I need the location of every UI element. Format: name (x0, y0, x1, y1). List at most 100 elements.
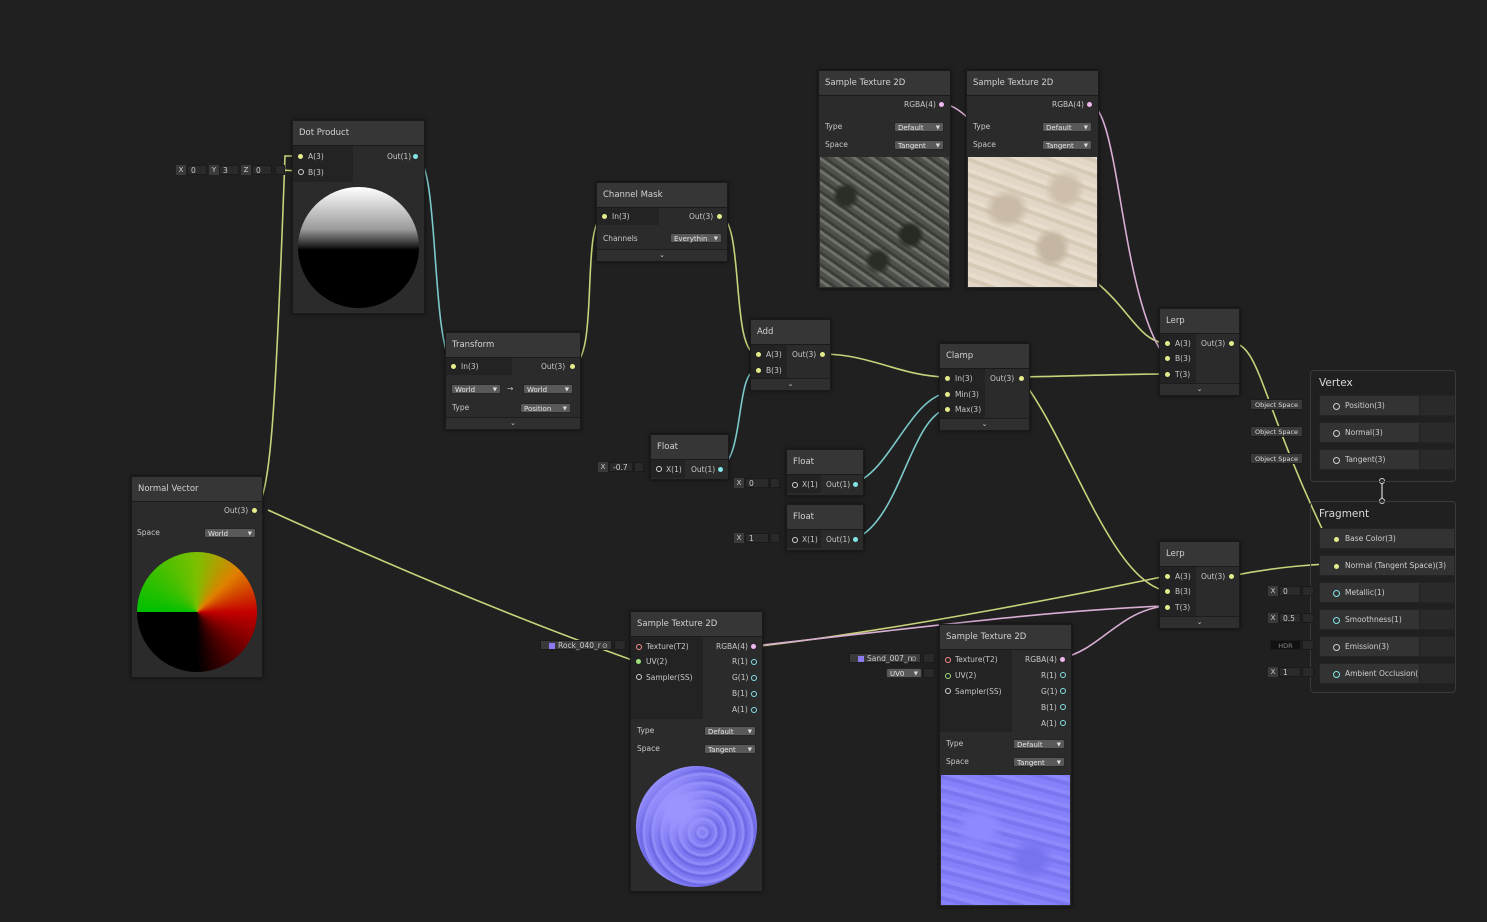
fragment-block-ambient-occlusion[interactable]: Ambient Occlusion(1) (1319, 663, 1455, 684)
target-icon[interactable]: ⊙ (602, 641, 608, 651)
chevron-down-icon[interactable]: ⌄ (1160, 383, 1239, 395)
port-in-dot[interactable] (656, 466, 662, 472)
vertex-block-position[interactable]: Position(3) (1319, 395, 1455, 416)
lerp-node[interactable]: Lerp A(3) B(3) T(3) Out(3) ⌄ (1159, 541, 1240, 629)
port-out-dot[interactable] (820, 352, 825, 357)
channels-dropdown[interactable]: Everythin ▼ (670, 233, 722, 243)
float-c-value-field[interactable]: 1 (745, 533, 769, 543)
float-node[interactable]: Float X(1) Out(1) (786, 449, 864, 496)
type-dropdown[interactable]: Default ▼ (1042, 122, 1092, 132)
port-rgba-dot[interactable] (1060, 657, 1065, 662)
chevron-down-icon[interactable]: ⌄ (1160, 616, 1239, 628)
dot-b-x-field[interactable]: 0 (187, 165, 207, 175)
port-dot[interactable] (1333, 403, 1340, 410)
port-max-dot[interactable] (945, 407, 950, 412)
space-dropdown[interactable]: Tangent ▼ (704, 744, 756, 754)
port-out-dot[interactable] (853, 482, 858, 487)
port-texture-dot[interactable] (636, 644, 642, 650)
port-a-dot[interactable] (751, 707, 757, 713)
port-dot[interactable] (1333, 671, 1340, 678)
port-out-dot[interactable] (853, 537, 858, 542)
port-out-dot[interactable] (718, 467, 723, 472)
port-t-dot[interactable] (1165, 605, 1170, 610)
fragment-block-smoothness[interactable]: Smoothness(1) (1319, 609, 1455, 630)
type-dropdown[interactable]: Position ▼ (520, 403, 571, 413)
port-dot[interactable] (1333, 617, 1340, 624)
lerp-node[interactable]: Lerp A(3) B(3) T(3) Out(3) ⌄ (1159, 308, 1240, 396)
port-g-dot[interactable] (751, 675, 757, 681)
uv-channel-dropdown[interactable]: UV0 ▼ (886, 668, 922, 678)
port-b-dot[interactable] (756, 368, 761, 373)
port-sampler-dot[interactable] (945, 688, 951, 694)
fragment-block-emission[interactable]: Emission(3) (1319, 636, 1455, 657)
port-in-dot[interactable] (451, 364, 456, 369)
port-t-dot[interactable] (1165, 372, 1170, 377)
float-b-value-field[interactable]: 0 (745, 478, 769, 488)
texture-object-field[interactable]: Sand_007_n ⊙ (849, 653, 921, 663)
space-dropdown[interactable]: World ▼ (204, 528, 256, 538)
port-out-dot[interactable] (1229, 341, 1234, 346)
port-sampler-dot[interactable] (636, 674, 642, 680)
emission-hdr-color-field[interactable]: HDR (1270, 640, 1301, 650)
add-node[interactable]: Add A(3) B(3) Out(3) ⌄ (750, 319, 831, 391)
space-dropdown[interactable]: Tangent ▼ (1042, 140, 1092, 150)
type-dropdown[interactable]: Default ▼ (1013, 739, 1065, 749)
port-b-dot[interactable] (1060, 704, 1066, 710)
target-icon[interactable]: ⊙ (911, 654, 917, 664)
dot-product-node[interactable]: Dot Product A(3) B(3) Out(1) (292, 120, 425, 314)
port-min-dot[interactable] (945, 392, 950, 397)
port-uv-dot[interactable] (636, 659, 641, 664)
port-r-dot[interactable] (1060, 672, 1066, 678)
space-dropdown[interactable]: Tangent ▼ (1013, 757, 1065, 767)
sample-texture-node[interactable]: Sample Texture 2D RGBA(4) Type Default ▼ … (818, 70, 951, 289)
port-a-dot[interactable] (756, 352, 761, 357)
metallic-value-field[interactable]: 0 (1279, 586, 1301, 596)
transform-node[interactable]: Transform In(3) Out(3) World ▼ → World ▼ T… (445, 332, 581, 430)
chevron-down-icon[interactable]: ⌄ (446, 417, 580, 429)
texture-object-field[interactable]: Rock_040_r ⊙ (540, 640, 612, 650)
port-out-dot[interactable] (1019, 376, 1024, 381)
port-b-dot[interactable] (298, 169, 304, 175)
port-dot[interactable] (1334, 564, 1339, 569)
float-a-value-field[interactable]: -0.7 (609, 462, 633, 472)
space-dropdown[interactable]: Tangent ▼ (894, 140, 944, 150)
float-node[interactable]: Float X(1) Out(1) (650, 434, 729, 480)
fragment-block-base-color[interactable]: Base Color(3) (1319, 528, 1455, 549)
chevron-down-icon[interactable]: ⌄ (751, 378, 830, 390)
port-b-dot[interactable] (751, 691, 757, 697)
clamp-node[interactable]: Clamp In(3) Min(3) Max(3) Out(3) ⌄ (939, 343, 1030, 431)
port-out-dot[interactable] (570, 364, 575, 369)
float-node[interactable]: Float X(1) Out(1) (786, 504, 864, 551)
port-g-dot[interactable] (1060, 688, 1066, 694)
vertex-block-normal[interactable]: Normal(3) (1319, 422, 1455, 443)
fragment-block-metallic[interactable]: Metallic(1) (1319, 582, 1455, 603)
vertex-block-tangent[interactable]: Tangent(3) (1319, 449, 1455, 470)
normal-vector-node[interactable]: Normal Vector Out(3) Space World ▼ (131, 476, 263, 678)
type-dropdown[interactable]: Default ▼ (704, 726, 756, 736)
port-dot[interactable] (1333, 590, 1340, 597)
smoothness-value-field[interactable]: 0.5 (1279, 613, 1301, 623)
port-rgba-dot[interactable] (751, 644, 756, 649)
port-r-dot[interactable] (751, 659, 757, 665)
port-in-dot[interactable] (945, 376, 950, 381)
sample-texture-node[interactable]: Sample Texture 2D RGBA(4) Type Default ▼ … (966, 70, 1099, 289)
port-dot[interactable] (1333, 644, 1340, 651)
type-dropdown[interactable]: Default ▼ (894, 122, 944, 132)
port-out-dot[interactable] (1229, 574, 1234, 579)
port-a-dot[interactable] (298, 154, 303, 159)
port-b-dot[interactable] (1165, 589, 1170, 594)
ambient-occlusion-value-field[interactable]: 1 (1279, 667, 1301, 677)
fragment-block-normal[interactable]: Normal (Tangent Space)(3) (1319, 555, 1455, 576)
port-texture-dot[interactable] (945, 657, 951, 663)
port-out-dot[interactable] (413, 154, 418, 159)
port-out-dot[interactable] (717, 214, 722, 219)
port-dot[interactable] (1334, 537, 1339, 542)
dot-b-z-field[interactable]: 0 (252, 165, 272, 175)
port-in-dot[interactable] (792, 482, 798, 488)
channel-mask-node[interactable]: Channel Mask In(3) Out(3) Channels Every… (596, 182, 728, 262)
port-uv-dot[interactable] (945, 673, 951, 679)
port-out-dot[interactable] (939, 102, 944, 107)
from-space-dropdown[interactable]: World ▼ (451, 384, 501, 394)
to-space-dropdown[interactable]: World ▼ (523, 384, 573, 394)
port-out-dot[interactable] (1087, 102, 1092, 107)
